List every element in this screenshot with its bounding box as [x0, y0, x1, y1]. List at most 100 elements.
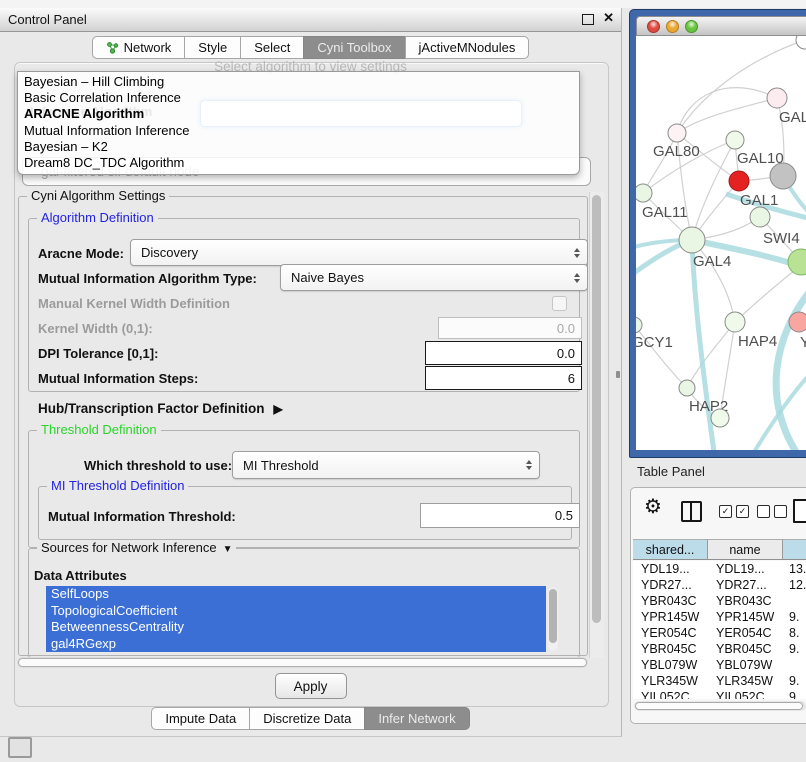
node-swi4-label: SWI4 — [763, 230, 800, 247]
node-gal1[interactable] — [729, 171, 749, 191]
table-row[interactable]: YBL079WYBL079W — [633, 657, 806, 673]
tab-cyni-toolbox[interactable]: Cyni Toolbox — [303, 36, 405, 59]
tab-impute-data[interactable]: Impute Data — [151, 707, 250, 730]
apply-button-row: Apply — [14, 673, 607, 699]
network-edge[interactable] — [677, 98, 777, 133]
mi-type-label: Mutual Information Algorithm Type: — [38, 271, 257, 286]
table-row[interactable]: YBR043CYBR043C — [633, 593, 806, 609]
mi-threshold-label: Mutual Information Threshold: — [48, 509, 236, 524]
tab-network[interactable]: Network — [92, 36, 186, 59]
attributes-scrollbar-thumb[interactable] — [549, 589, 557, 643]
table-row[interactable]: YDL19...YDL19...13... — [633, 561, 806, 577]
node-gal80[interactable] — [668, 124, 686, 142]
mi-type-select[interactable]: Naive Bayes — [280, 264, 588, 291]
expand-right-arrow-icon[interactable]: ▶ — [274, 402, 283, 416]
table-hscroll-thumb[interactable] — [635, 702, 803, 710]
tab-discretize-data[interactable]: Discretize Data — [249, 707, 365, 730]
unchecked-box-icon — [774, 505, 787, 518]
node-gray[interactable] — [770, 163, 796, 189]
node-salmon-y[interactable] — [789, 312, 806, 332]
node-gal11[interactable] — [636, 184, 652, 202]
hide-unchecked-columns-icon[interactable] — [757, 505, 787, 518]
node-bright-green[interactable] — [788, 249, 806, 275]
network-edge[interactable] — [776, 286, 806, 450]
node-gal1-label: GAL1 — [740, 192, 778, 209]
float-window-icon[interactable] — [582, 14, 594, 25]
algorithm-option-bayesian-k2[interactable]: Bayesian – K2 — [18, 139, 579, 155]
panel-splitter-handle[interactable] — [616, 371, 620, 378]
table-row[interactable]: YBR045CYBR045C9. — [633, 641, 806, 657]
algorithm-option-bayesian-hill-climbing[interactable]: Bayesian – Hill Climbing — [18, 74, 579, 90]
settings-horizontal-scrollbar[interactable] — [17, 657, 588, 668]
checked-box-icon: ✓ — [719, 505, 732, 518]
algorithm-option-aracne-algorithm[interactable]: ARACNE Algorithm — [18, 106, 579, 122]
table-row[interactable]: YIL052CYIL052C9. — [633, 689, 806, 699]
data-attributes-list[interactable]: SelfLoopsTopologicalCoefficientBetweenne… — [46, 586, 546, 652]
table-row[interactable]: YDR27...YDR27...12... — [633, 577, 806, 593]
attribute-item-selfloops[interactable]: SelfLoops — [46, 586, 546, 603]
tab-jactivemnodules[interactable]: jActiveMNodules — [405, 36, 530, 59]
algorithm-option-dream8-dc-tdc-algorithm[interactable]: Dream8 DC_TDC Algorithm — [18, 155, 579, 171]
hub-definition-expander[interactable]: Hub/Transcription Factor Definition▶ — [38, 401, 283, 416]
network-edge[interactable] — [677, 88, 777, 133]
aracne-mode-label: Aracne Mode: — [38, 246, 124, 261]
zoom-traffic-light-icon[interactable] — [685, 20, 698, 33]
node-gal4[interactable] — [679, 227, 705, 253]
aracne-mode-select[interactable]: Discovery — [130, 239, 588, 266]
table-row[interactable]: YER054CYER054C8. — [633, 625, 806, 641]
manual-kernel-checkbox[interactable] — [552, 296, 567, 311]
checked-box-icon: ✓ — [736, 505, 749, 518]
dpi-tolerance-input[interactable]: 0.0 — [425, 341, 582, 365]
node-gal-partial[interactable] — [767, 88, 787, 108]
node-gal10[interactable] — [726, 131, 744, 149]
column-header-shared[interactable]: shared... — [633, 539, 708, 560]
network-edge[interactable] — [643, 133, 677, 193]
tab-infer-network[interactable]: Infer Network — [364, 707, 469, 730]
network-canvas[interactable]: GALGAL80GAL10GAL1GAL11SWI4GAL4GCY1HAP4YH… — [636, 36, 806, 450]
partial-button[interactable] — [8, 737, 32, 758]
minimize-traffic-light-icon[interactable] — [666, 20, 679, 33]
column-header-a[interactable]: A — [783, 539, 806, 560]
table-row[interactable]: YLR345WYLR345W9. — [633, 673, 806, 689]
node-hap2[interactable] — [679, 380, 695, 396]
table-horizontal-scrollbar[interactable] — [634, 701, 806, 711]
window-controls — [647, 20, 698, 33]
network-edge[interactable] — [735, 266, 800, 322]
node-swi4[interactable] — [750, 207, 770, 227]
settings-vertical-scrollbar[interactable] — [589, 192, 604, 658]
node-hap4[interactable] — [725, 312, 745, 332]
tab-style[interactable]: Style — [184, 36, 241, 59]
attribute-item-topologicalcoefficient[interactable]: TopologicalCoefficient — [46, 603, 546, 620]
node-partial-top[interactable] — [796, 36, 806, 49]
network-edge[interactable] — [754, 370, 806, 450]
column-header-name[interactable]: name — [708, 539, 783, 560]
new-table-icon[interactable] — [793, 499, 806, 523]
node-partial-bottom[interactable] — [711, 409, 729, 427]
algorithm-option-basic-correlation-inference[interactable]: Basic Correlation Inference — [18, 90, 579, 106]
apply-button[interactable]: Apply — [275, 673, 347, 699]
node-gcy1[interactable] — [636, 317, 642, 333]
columns-icon[interactable] — [681, 501, 702, 522]
tab-select[interactable]: Select — [240, 36, 304, 59]
attributes-scrollbar[interactable] — [548, 587, 558, 651]
mi-steps-label: Mutual Information Steps: — [38, 371, 198, 386]
network-edge[interactable] — [687, 322, 735, 388]
attribute-item-betweennesscentrality[interactable]: BetweennessCentrality — [46, 619, 546, 636]
attribute-item-gal4rgexp[interactable]: gal4RGexp — [46, 636, 546, 653]
settings-hscroll-thumb[interactable] — [18, 658, 587, 667]
table-cell: 9. — [789, 689, 806, 699]
mi-steps-input[interactable]: 6 — [425, 366, 582, 390]
collapse-down-arrow-icon[interactable]: ▼ — [223, 544, 233, 555]
show-checked-columns-icon[interactable]: ✓ ✓ — [719, 505, 749, 518]
table-row[interactable]: YPR145WYPR145W9. — [633, 609, 806, 625]
which-threshold-select[interactable]: MI Threshold — [232, 451, 540, 479]
settings-vscroll-thumb[interactable] — [592, 195, 601, 623]
sources-title-text: Sources for Network Inference — [41, 540, 217, 555]
algorithm-option-mutual-information-inference[interactable]: Mutual Information Inference — [18, 123, 579, 139]
mi-threshold-input[interactable]: 0.5 — [420, 503, 580, 528]
gear-icon[interactable]: ⚙ — [644, 496, 662, 518]
close-traffic-light-icon[interactable] — [647, 20, 660, 33]
sources-title[interactable]: Sources for Network Inference ▼ — [37, 540, 236, 555]
stepper-arrows-icon — [574, 248, 580, 258]
close-icon[interactable]: ✕ — [603, 10, 614, 26]
